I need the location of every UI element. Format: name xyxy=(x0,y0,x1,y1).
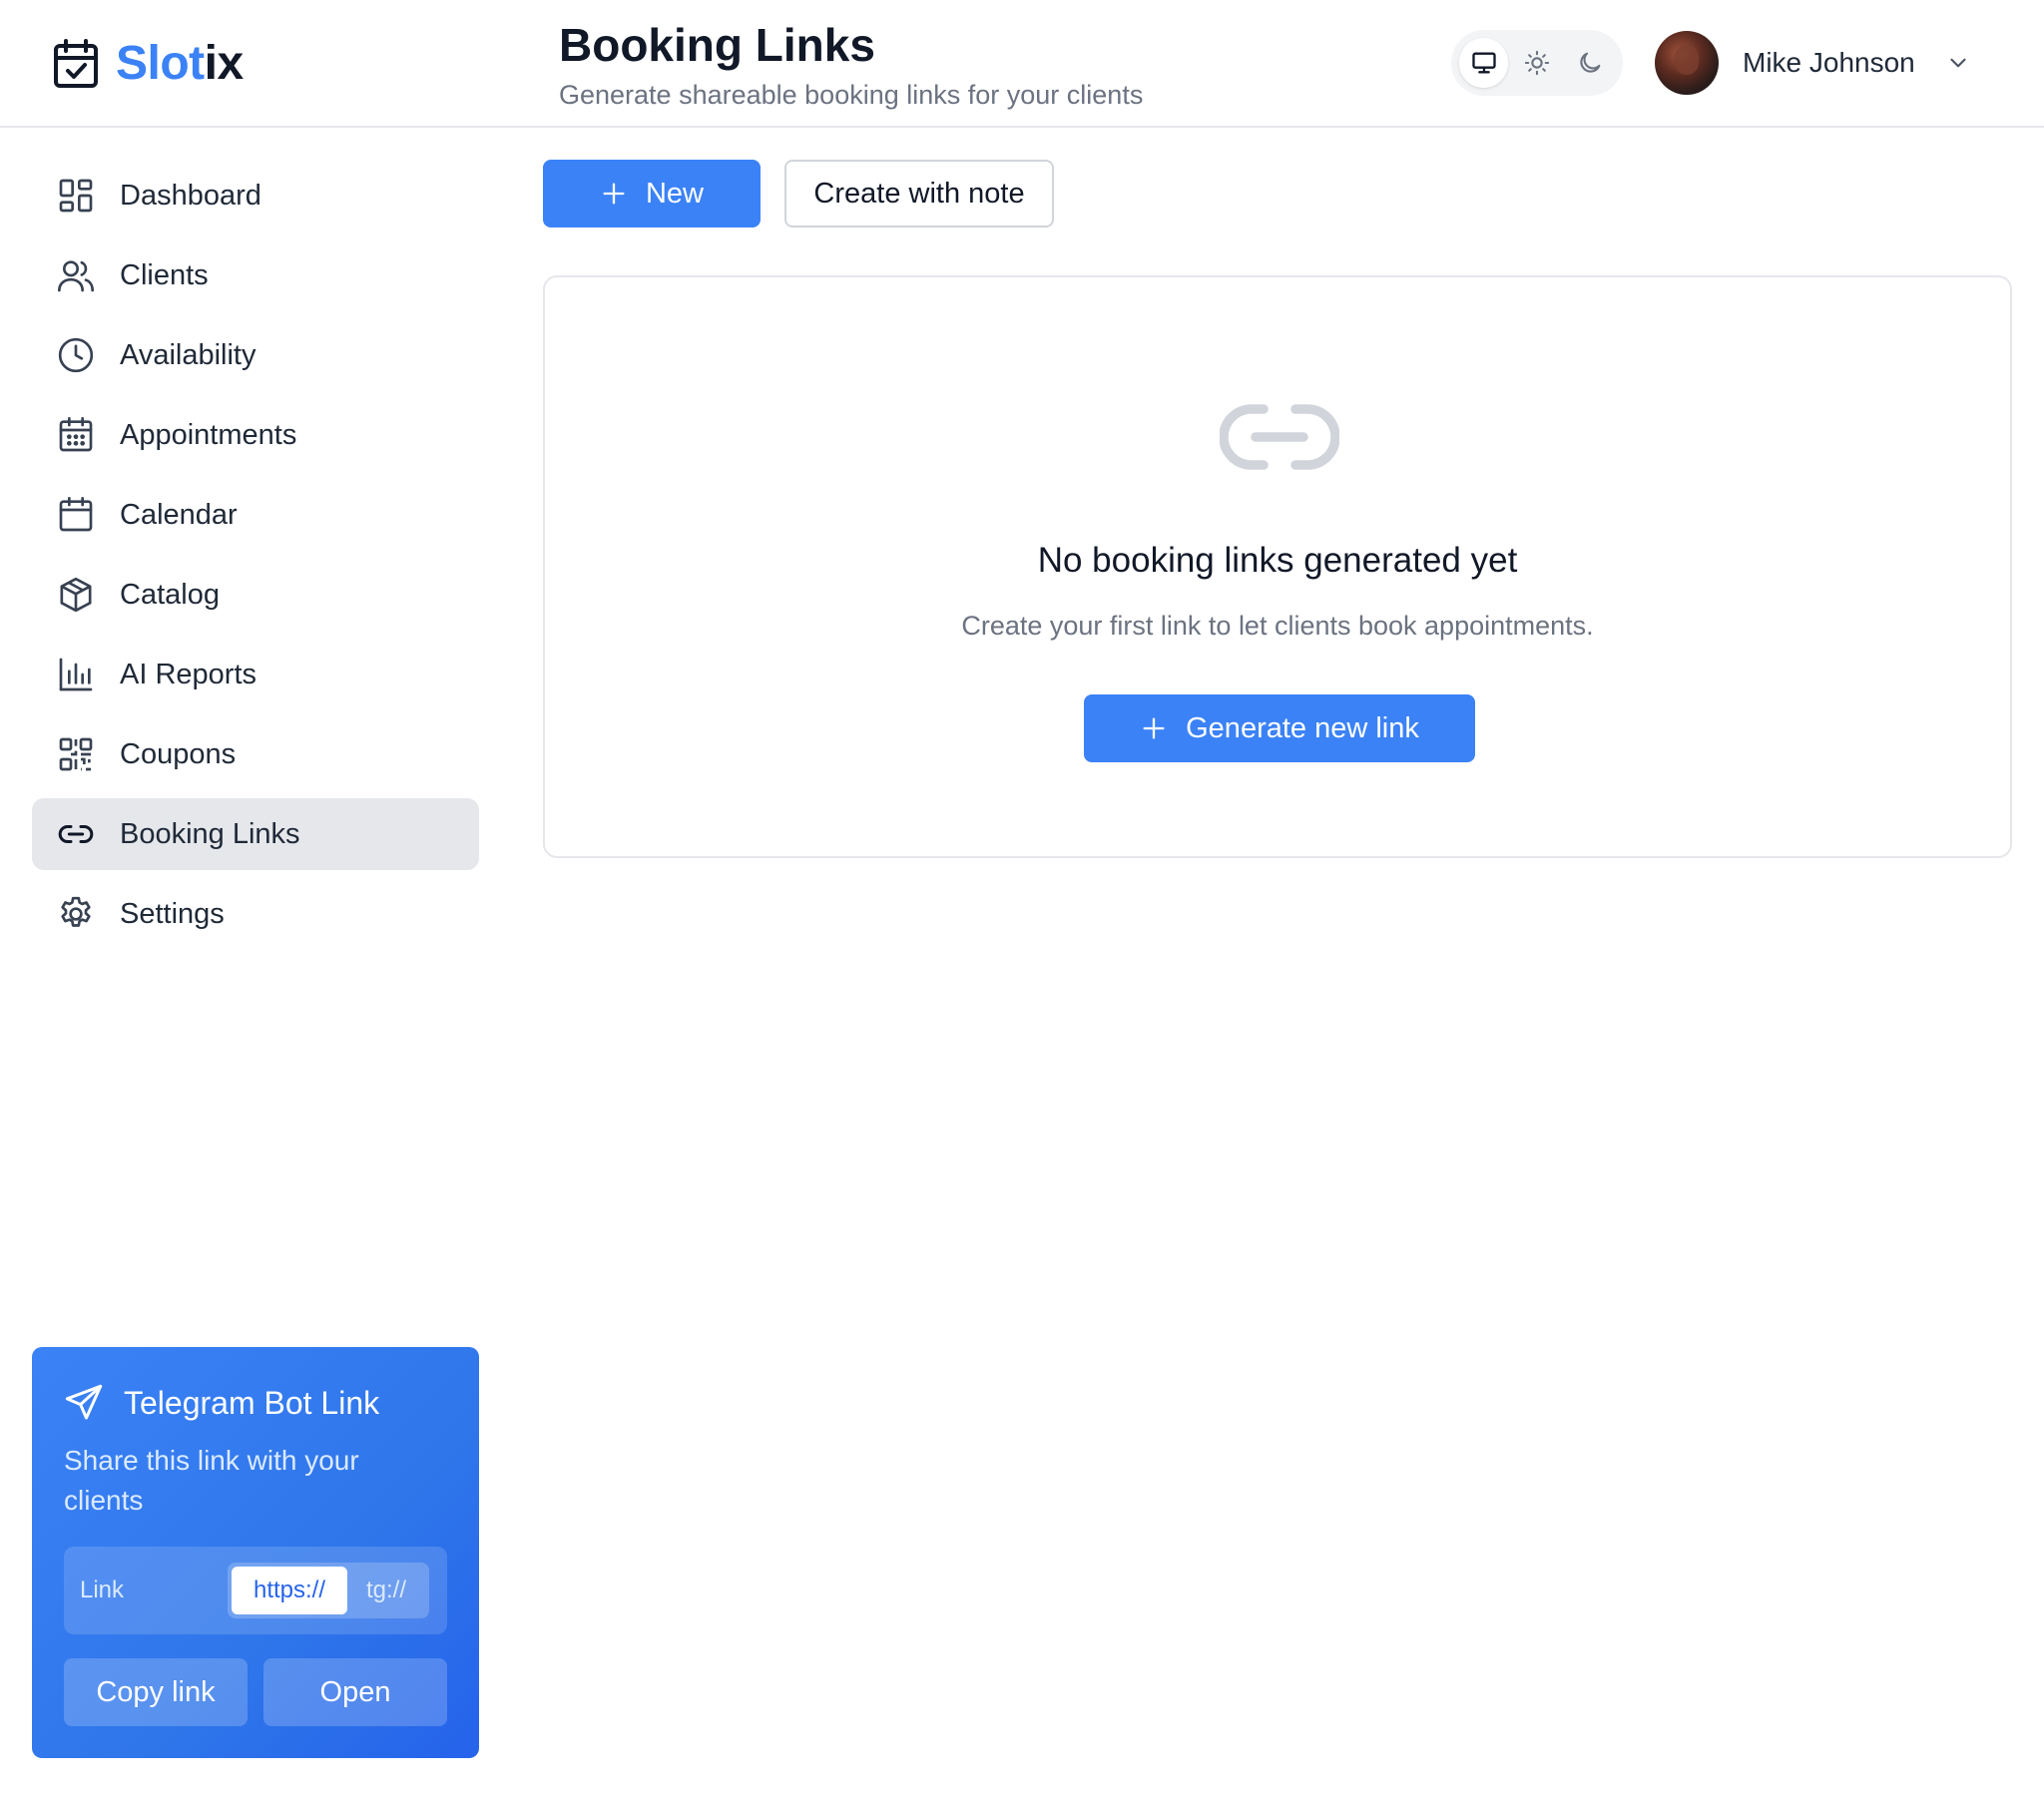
chevron-down-icon xyxy=(1950,58,1966,68)
sidebar-nav: Dashboard Clients Availability Appointme… xyxy=(32,160,479,958)
qr-code-icon xyxy=(59,737,93,771)
gear-icon xyxy=(61,896,91,927)
telegram-bot-link-card: Telegram Bot Link Share this link with y… xyxy=(32,1347,479,1758)
send-icon xyxy=(65,1384,103,1420)
calendar-grid-icon xyxy=(59,417,93,452)
calendar-icon xyxy=(59,497,93,532)
sidebar-item-label: AI Reports xyxy=(120,658,256,690)
calendar-check-icon xyxy=(54,38,98,88)
sidebar-item-ai-reports[interactable]: AI Reports xyxy=(32,639,479,710)
empty-state-description: Create your first link to let clients bo… xyxy=(961,611,1594,641)
users-icon xyxy=(58,260,94,292)
sidebar-item-booking-links[interactable]: Booking Links xyxy=(32,798,479,870)
sidebar-item-label: Coupons xyxy=(120,737,237,770)
sidebar-item-label: Settings xyxy=(120,897,225,930)
page-subtitle: Generate shareable booking links for you… xyxy=(559,80,1144,110)
sidebar-item-settings[interactable]: Settings xyxy=(32,878,479,950)
brand-name: Slotix xyxy=(116,37,244,90)
sidebar-item-label: Dashboard xyxy=(120,179,261,212)
theme-system-button[interactable] xyxy=(1459,38,1509,88)
protocol-https-option[interactable]: https:// xyxy=(232,1567,347,1614)
plus-icon xyxy=(1143,717,1165,739)
protocol-toggle: https:// tg:// xyxy=(228,1563,429,1618)
sun-icon xyxy=(1524,50,1550,76)
clock-icon xyxy=(58,337,94,373)
plus-icon xyxy=(603,183,625,205)
link-icon xyxy=(58,825,94,843)
telegram-card-title: Telegram Bot Link xyxy=(124,1384,380,1421)
sidebar-item-label: Booking Links xyxy=(120,817,300,850)
link-label: Link xyxy=(80,1577,125,1603)
monitor-icon xyxy=(1471,52,1496,74)
copy-link-button[interactable]: Copy link xyxy=(64,1658,248,1726)
page-title: Booking Links xyxy=(559,19,875,71)
top-header: Slotix Booking Links Generate shareable … xyxy=(0,0,2044,128)
sidebar-item-label: Catalog xyxy=(120,578,220,611)
user-name: Mike Johnson xyxy=(1743,47,1915,78)
avatar xyxy=(1655,31,1719,95)
theme-light-button[interactable] xyxy=(1512,38,1561,88)
sidebar-item-availability[interactable]: Availability xyxy=(32,319,479,391)
app-logo[interactable]: Slotix xyxy=(52,36,244,91)
link-icon xyxy=(1220,404,1339,470)
sidebar-item-label: Calendar xyxy=(120,498,238,531)
sidebar-item-dashboard[interactable]: Dashboard xyxy=(32,160,479,231)
sidebar-item-coupons[interactable]: Coupons xyxy=(32,718,479,790)
moon-icon xyxy=(1580,52,1601,73)
box-icon xyxy=(60,577,92,613)
theme-switcher xyxy=(1451,30,1623,96)
sidebar-item-clients[interactable]: Clients xyxy=(32,239,479,311)
open-link-button[interactable]: Open xyxy=(263,1658,447,1726)
new-link-button[interactable]: New xyxy=(543,160,761,227)
telegram-card-actions: Copy link Open xyxy=(64,1658,447,1726)
empty-state-title: No booking links generated yet xyxy=(1037,541,1518,580)
sidebar-item-label: Clients xyxy=(120,258,209,291)
telegram-card-header: Telegram Bot Link xyxy=(64,1383,379,1423)
new-button-label: New xyxy=(645,177,704,210)
user-menu[interactable]: Mike Johnson xyxy=(1655,30,1971,96)
sidebar-item-label: Availability xyxy=(120,338,256,371)
bar-chart-icon xyxy=(59,658,93,691)
generate-new-link-button[interactable]: Generate new link xyxy=(1084,694,1475,762)
sidebar-item-appointments[interactable]: Appointments xyxy=(32,399,479,471)
protocol-tg-option[interactable]: tg:// xyxy=(347,1567,425,1614)
telegram-link-box: Link https:// tg:// xyxy=(64,1547,447,1634)
telegram-card-description: Share this link with your clients xyxy=(64,1445,359,1516)
generate-button-label: Generate new link xyxy=(1186,711,1419,744)
theme-dark-button[interactable] xyxy=(1566,38,1615,88)
sidebar-item-catalog[interactable]: Catalog xyxy=(32,559,479,631)
sidebar-item-calendar[interactable]: Calendar xyxy=(32,479,479,551)
sidebar-item-label: Appointments xyxy=(120,418,297,451)
create-with-note-button[interactable]: Create with note xyxy=(784,160,1054,227)
dashboard-grid-icon xyxy=(59,179,93,213)
empty-state-card: No booking links generated yet Create yo… xyxy=(543,275,2012,858)
